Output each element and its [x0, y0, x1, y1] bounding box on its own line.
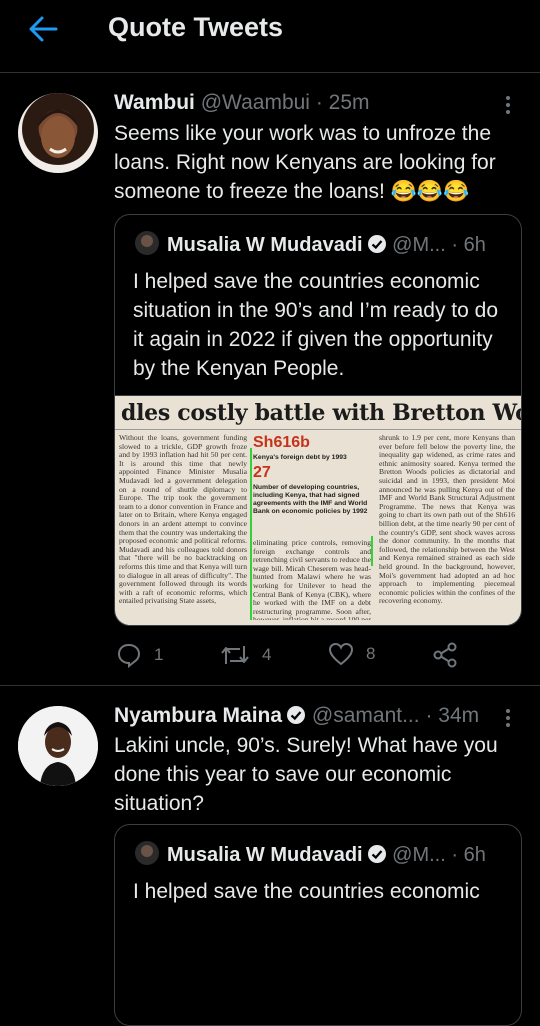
retweet-button[interactable]: 4 [220, 642, 271, 668]
retweet-icon [221, 646, 249, 664]
heart-icon [328, 642, 354, 666]
tweet[interactable]: Nyambura Maina @samant... · 34m Lakini u… [0, 686, 540, 1026]
quoted-timestamp: · 6h [451, 844, 486, 866]
quoted-display-name: Musalia W Mudavadi [167, 234, 363, 256]
tweet-actions: 1 4 8 [116, 642, 516, 672]
quoted-tweet-text: I helped save the countries economic [133, 880, 480, 903]
retweet-count: 4 [262, 645, 272, 664]
verified-badge-icon [287, 706, 306, 724]
avatar-image [18, 706, 98, 786]
avatar[interactable] [18, 93, 98, 173]
clipping-column-2: eliminating price controls, removing for… [253, 539, 371, 620]
stat-debt-label: Kenya's foreign debt by 1993 [253, 454, 347, 461]
clipping-column-3: shrunk to 1.9 per cent, more Kenyans tha… [379, 434, 515, 606]
verified-badge-icon [367, 845, 386, 863]
verified-badge-icon [367, 235, 386, 253]
more-options-icon[interactable] [506, 706, 516, 730]
quoted-tweet-header: Musalia W Mudavadi @M... · 6h [135, 231, 486, 257]
quoted-handle: @M... [392, 844, 446, 866]
handle[interactable]: @Waambui [201, 91, 310, 114]
quoted-timestamp: · 6h [451, 234, 486, 256]
page-title: Quote Tweets [108, 12, 284, 42]
arrow-left-icon[interactable] [26, 12, 60, 46]
quoted-tweet-header: Musalia W Mudavadi @M... · 6h [135, 841, 486, 867]
newspaper-clipping-image[interactable]: dles costly battle with Bretton Woods in… [115, 395, 521, 625]
timestamp[interactable]: · 25m [316, 91, 370, 114]
quoted-tweet[interactable]: Musalia W Mudavadi @M... · 6h I helped s… [114, 824, 522, 1026]
share-icon [433, 642, 457, 668]
reply-icon [117, 643, 141, 668]
quoted-tweet-text: I helped save the countries economic sit… [133, 270, 499, 380]
quoted-display-name: Musalia W Mudavadi [167, 844, 363, 866]
highlight-line [250, 448, 252, 620]
top-bar: Quote Tweets [0, 0, 540, 73]
avatar-image [38, 109, 78, 158]
tweet-header: Wambui @Waambui · 25m [114, 91, 370, 115]
quoted-avatar [135, 841, 159, 865]
tweet[interactable]: Wambui @Waambui · 25m Seems like your wo… [0, 73, 540, 686]
like-button[interactable]: 8 [328, 642, 375, 666]
stat-countries: 27 [253, 464, 271, 481]
share-button[interactable] [432, 642, 470, 668]
reply-count: 1 [154, 645, 164, 664]
stat-debt: Sh616b [253, 434, 310, 451]
clipping-column-1: Without the loans, government funding sl… [119, 434, 247, 606]
tweet-header: Nyambura Maina @samant... · 34m [114, 704, 479, 728]
tweet-text: Lakini uncle, 90’s. Surely! What have yo… [114, 734, 498, 815]
highlight-line [371, 536, 373, 566]
timestamp[interactable]: · 34m [425, 704, 479, 727]
handle[interactable]: @samant... [312, 704, 420, 727]
avatar[interactable] [18, 706, 98, 786]
stat-countries-label: Number of developing countries, includin… [253, 484, 368, 515]
tweet-text: Seems like your work was to unfroze the … [114, 122, 496, 203]
quoted-tweet[interactable]: Musalia W Mudavadi @M... · 6h I helped s… [114, 214, 522, 626]
reply-button[interactable]: 1 [116, 642, 163, 668]
quoted-avatar [135, 231, 159, 255]
display-name[interactable]: Nyambura Maina [114, 704, 282, 727]
like-count: 8 [366, 644, 376, 663]
quoted-handle: @M... [392, 234, 446, 256]
display-name[interactable]: Wambui [114, 91, 195, 114]
clipping-headline: dles costly battle with Bretton Woods in… [121, 400, 521, 426]
more-options-icon[interactable] [506, 93, 516, 117]
